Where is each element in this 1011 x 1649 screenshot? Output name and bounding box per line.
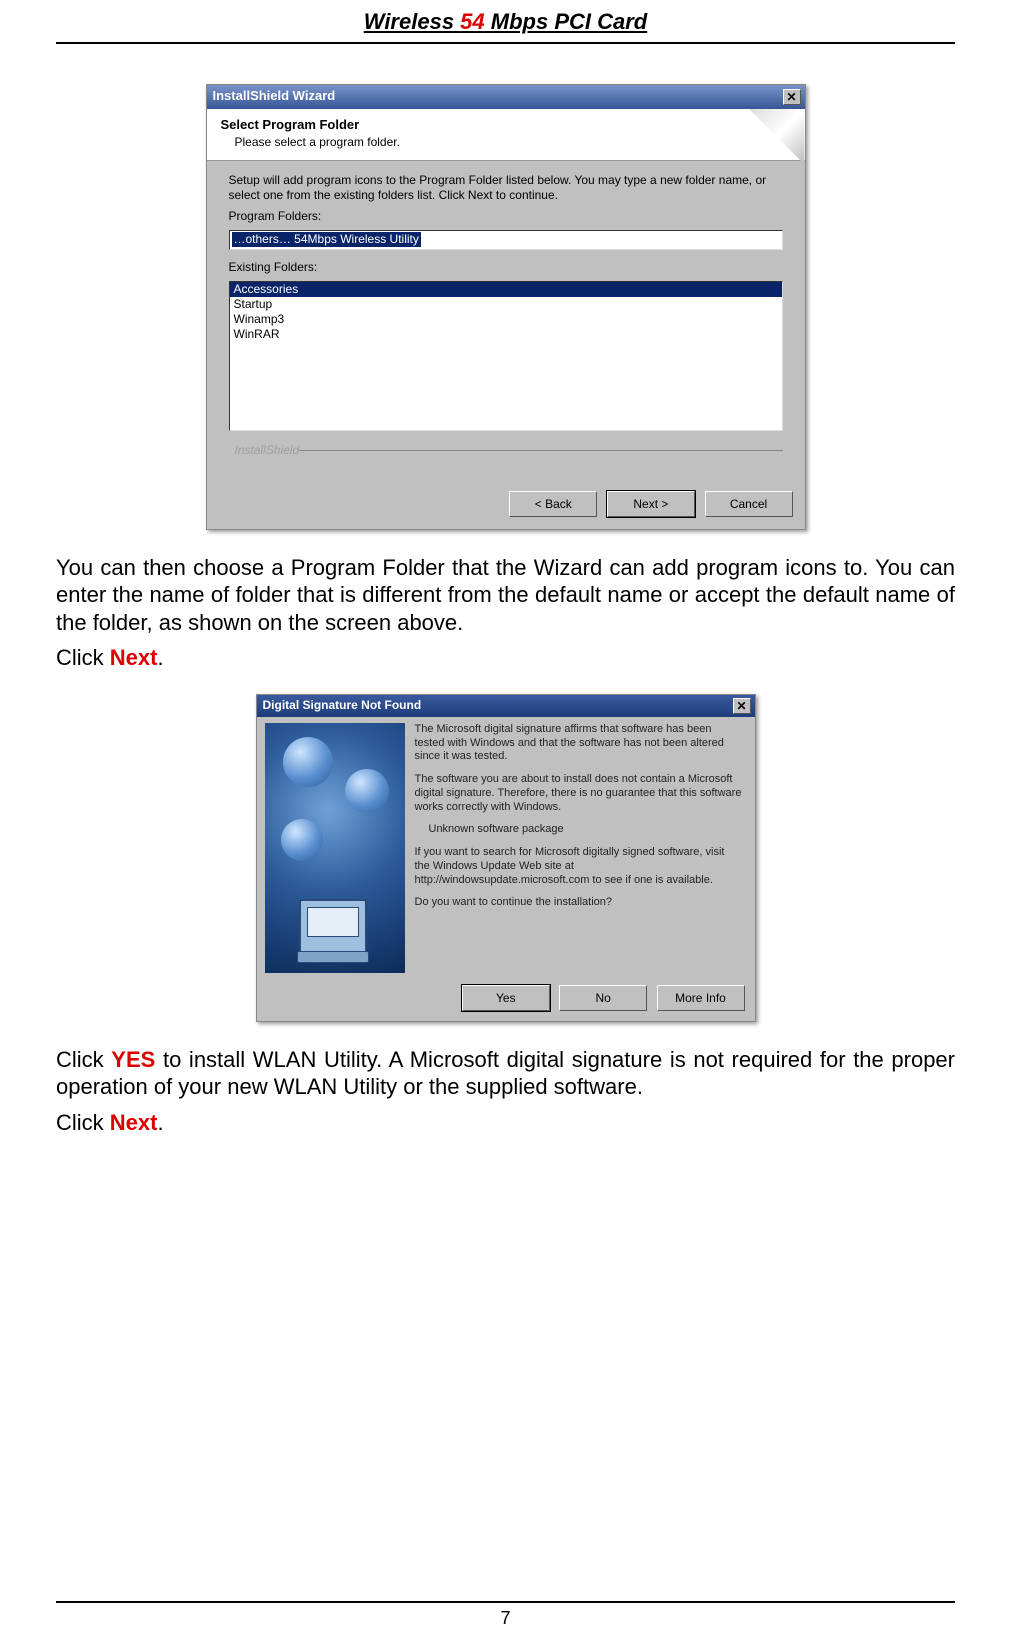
dialog2-body: The Microsoft digital signature affirms … [257,717,755,979]
title-mid: 54 [460,9,484,34]
click-next-line-1: Click Next. [56,644,955,672]
brand-row: InstallShield [229,435,783,475]
cancel-button[interactable]: Cancel [705,491,793,517]
dialog2-title: Digital Signature Not Found [263,698,422,713]
dialog1-title: InstallShield Wizard [213,88,336,104]
close-icon[interactable]: ✕ [783,89,801,105]
click-next-pre: Click [56,645,110,670]
dialog2-p3: If you want to search for Microsoft digi… [415,846,743,887]
p2-pre: Click [56,1047,111,1072]
installshield-dialog: InstallShield Wizard ✕ Select Program Fo… [206,84,806,530]
orb-icon [345,769,389,813]
dialog2-titlebar: Digital Signature Not Found ✕ [257,695,755,717]
footer-divider [56,1601,955,1603]
dialog2-buttons: Yes No More Info [257,979,755,1021]
list-item[interactable]: Winamp3 [230,312,782,327]
dialog1-heading: Select Program Folder [221,117,791,133]
orb-icon [281,819,323,861]
brand-label: InstallShield [235,443,300,458]
page-footer: 7 [56,1601,955,1630]
click-next-post-2: . [157,1110,163,1135]
dialog2-text: The Microsoft digital signature affirms … [415,723,747,973]
paragraph-1: You can then choose a Program Folder tha… [56,554,955,637]
dialog1-header-area: Select Program Folder Please select a pr… [207,109,805,161]
signature-dialog: Digital Signature Not Found ✕ The Micros… [256,694,756,1022]
back-button[interactable]: < Back [509,491,597,517]
orb-icon [283,737,333,787]
dialog2-pkg: Unknown software package [429,823,743,837]
dialog2-graphic [265,723,405,973]
click-next-line-2: Click Next. [56,1109,955,1137]
list-item[interactable]: Accessories [230,282,782,297]
brand-divider [299,450,783,451]
dialog2-p1: The Microsoft digital signature affirms … [415,723,743,764]
dialog1-instruction: Setup will add program icons to the Prog… [229,173,783,203]
click-next-post: . [157,645,163,670]
program-folders-input[interactable]: …others… 54Mbps Wireless Utility [229,230,783,250]
figure-signature: Digital Signature Not Found ✕ The Micros… [56,694,955,1022]
dialog2-p4: Do you want to continue the installation… [415,896,743,910]
p2-post: to install WLAN Utility. A Microsoft dig… [56,1047,955,1100]
yes-button[interactable]: Yes [462,985,550,1011]
more-info-button[interactable]: More Info [657,985,745,1011]
paragraph-2: Click YES to install WLAN Utility. A Mic… [56,1046,955,1101]
list-item[interactable]: WinRAR [230,327,782,342]
click-next-word-2: Next [110,1110,158,1135]
title-pre: Wireless [364,9,460,34]
close-icon[interactable]: ✕ [733,698,751,714]
figure-installshield: InstallShield Wizard ✕ Select Program Fo… [56,84,955,530]
title-post: Mbps PCI Card [485,9,648,34]
p2-yes: YES [111,1047,155,1072]
click-next-word: Next [110,645,158,670]
dialog1-titlebar: InstallShield Wizard ✕ [207,85,805,109]
dialog1-body: Setup will add program icons to the Prog… [207,161,805,481]
next-button[interactable]: Next > [607,491,695,517]
dialog1-buttons: < Back Next > Cancel [207,481,805,529]
existing-folders-list[interactable]: Accessories Startup Winamp3 WinRAR [229,281,783,431]
click-next-pre-2: Click [56,1110,110,1135]
program-folders-value: …others… 54Mbps Wireless Utility [232,232,421,247]
existing-folders-label: Existing Folders: [229,260,783,275]
page-header: Wireless 54 Mbps PCI Card [56,0,955,44]
dialog2-p2: The software you are about to install do… [415,773,743,814]
program-folders-label: Program Folders: [229,209,783,224]
doc-title: Wireless 54 Mbps PCI Card [364,9,647,34]
dialog1-subheading: Please select a program folder. [235,135,791,150]
page-content: InstallShield Wizard ✕ Select Program Fo… [0,44,1011,1137]
list-item[interactable]: Startup [230,297,782,312]
computer-icon [299,899,367,955]
page-number: 7 [500,1608,510,1628]
no-button[interactable]: No [559,985,647,1011]
